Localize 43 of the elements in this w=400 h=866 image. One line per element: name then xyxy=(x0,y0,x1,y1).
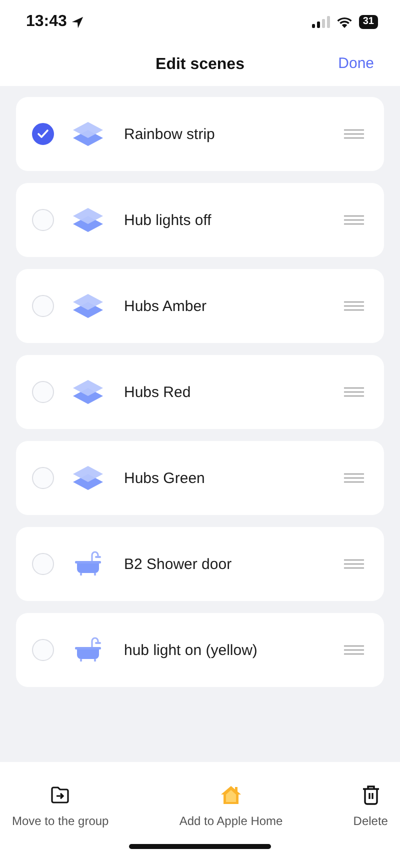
scene-card[interactable]: hub light on (yellow) xyxy=(16,613,384,687)
screen-title: Edit scenes xyxy=(156,56,244,74)
scene-name: Rainbow strip xyxy=(124,126,216,142)
drag-handle-icon[interactable] xyxy=(344,215,364,225)
drag-handle-icon[interactable] xyxy=(344,301,364,311)
drag-handle-icon[interactable] xyxy=(344,387,364,397)
checkbox[interactable] xyxy=(32,123,54,145)
status-time: 13:43 xyxy=(26,13,67,31)
layers-icon xyxy=(72,207,104,233)
layers-icon xyxy=(72,379,104,405)
wifi-icon xyxy=(336,16,353,28)
signal-icon xyxy=(312,16,330,28)
scene-name: Hubs Green xyxy=(124,470,206,486)
scene-name: Hubs Amber xyxy=(124,298,208,314)
trash-icon xyxy=(362,784,380,806)
drag-handle-icon[interactable] xyxy=(344,473,364,483)
bathtub-icon xyxy=(72,637,104,663)
done-button[interactable]: Done xyxy=(338,55,374,72)
checkmark-icon xyxy=(37,129,49,139)
layers-icon xyxy=(72,293,104,319)
scene-name: hub light on (yellow) xyxy=(124,642,258,658)
scene-card[interactable]: B2 Shower door xyxy=(16,527,384,601)
layers-icon xyxy=(72,121,104,147)
scene-name: B2 Shower door xyxy=(124,556,233,572)
scene-card[interactable]: Hubs Red xyxy=(16,355,384,429)
bathtub-icon xyxy=(72,551,104,577)
battery-level: 31 xyxy=(358,15,378,29)
action-button[interactable]: Add to Apple Home xyxy=(173,784,289,828)
location-arrow-icon xyxy=(70,16,84,28)
drag-handle-icon[interactable] xyxy=(344,129,364,139)
layers-icon xyxy=(72,465,104,491)
drag-handle-icon[interactable] xyxy=(344,645,364,655)
drag-handle-icon[interactable] xyxy=(344,559,364,569)
scene-card[interactable]: Rainbow strip xyxy=(16,97,384,171)
folder-arrow-icon xyxy=(50,784,70,806)
scene-name: Hubs Red xyxy=(124,384,192,400)
scene-card[interactable]: Hub lights off xyxy=(16,183,384,257)
scene-card[interactable]: Hubs Green xyxy=(16,441,384,515)
action-button[interactable]: Move to the group xyxy=(6,784,115,828)
scene-card[interactable]: Hubs Amber xyxy=(16,269,384,343)
scene-name: Hub lights off xyxy=(124,212,212,228)
action-button[interactable]: Delete xyxy=(347,784,394,828)
house-icon xyxy=(220,784,242,806)
